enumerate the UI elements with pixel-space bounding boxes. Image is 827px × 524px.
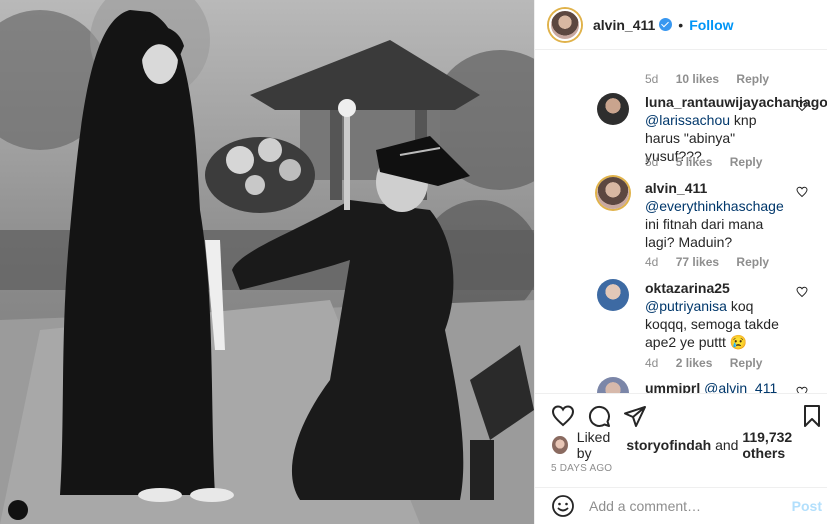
commenter-avatar[interactable] <box>597 177 629 209</box>
comment-text: ini fitnah dari mana lagi? Maduin? <box>645 216 764 250</box>
comment-likes[interactable]: 2 likes <box>676 356 713 370</box>
reply-button[interactable]: Reply <box>736 255 769 269</box>
comment-time: 4d <box>645 255 659 269</box>
heart-icon[interactable] <box>796 100 808 112</box>
comment-time: 5d <box>645 155 659 169</box>
likes-prefix: Liked by <box>576 429 611 461</box>
add-comment-bar: Post <box>535 487 827 524</box>
reply-button[interactable]: Reply <box>730 356 763 370</box>
reply-button[interactable]: Reply <box>736 72 769 86</box>
header-separator: • <box>678 16 684 33</box>
commenter-avatar[interactable] <box>597 93 629 125</box>
likes-conj: and <box>715 437 739 453</box>
author-avatar[interactable] <box>549 8 581 41</box>
heart-icon[interactable] <box>551 404 575 428</box>
comment-time: 4d <box>645 356 659 370</box>
comment-likes[interactable]: 10 likes <box>676 72 719 86</box>
comment-body: oktazarina25 @putriyanisa koq koqqq, sem… <box>645 279 795 351</box>
comment-icon[interactable] <box>587 404 611 428</box>
comment-likes[interactable]: 77 likes <box>676 255 719 269</box>
comments-list[interactable]: 5d 10 likes Reply luna_rantauwijayachani… <box>535 51 827 393</box>
comment-body: ummiprl @alvin_411 <box>645 379 795 393</box>
commenter-avatar[interactable] <box>597 377 629 393</box>
heart-icon[interactable] <box>796 186 808 198</box>
commenter-username[interactable]: alvin_411 <box>645 180 707 196</box>
commenter-avatar[interactable] <box>597 279 629 311</box>
post-header: alvin_411 • Follow <box>535 0 827 50</box>
liker-avatar[interactable] <box>551 435 569 455</box>
post-actions <box>535 393 827 433</box>
comment-body: alvin_411 @everythinkhaschage ini fitnah… <box>645 179 795 251</box>
author-username[interactable]: alvin_411 <box>593 17 655 33</box>
comment-meta: 4d 77 likes Reply <box>645 255 783 269</box>
comment-mention[interactable]: @everythinkhaschage <box>645 198 784 214</box>
comment-time: 5d <box>645 72 659 86</box>
photo-corner-mark <box>8 500 28 520</box>
comment-emoji: 😢 <box>729 334 748 350</box>
likes-count[interactable]: 119,732 others <box>742 429 827 461</box>
likes-summary: Liked by storyofindah and 119,732 others <box>551 429 827 461</box>
liker-username[interactable]: storyofindah <box>626 437 711 453</box>
comment-meta: 5d 10 likes Reply <box>645 72 783 86</box>
bookmark-icon[interactable] <box>800 404 824 428</box>
comment-likes[interactable]: 5 likes <box>676 155 713 169</box>
post-photo <box>0 0 534 524</box>
follow-button[interactable]: Follow <box>689 17 733 33</box>
post-button[interactable]: Post <box>792 498 822 514</box>
emoji-icon[interactable] <box>551 494 575 518</box>
comment-meta: 5d 5 likes Reply <box>645 155 776 169</box>
photo-illustration <box>0 0 534 524</box>
post-date: 5 DAYS AGO <box>551 463 613 474</box>
verified-badge-icon <box>659 18 673 31</box>
reply-button[interactable]: Reply <box>730 155 763 169</box>
comment-mention[interactable]: @larissachou <box>645 112 730 128</box>
commenter-username[interactable]: oktazarina25 <box>645 280 730 296</box>
share-icon[interactable] <box>623 404 647 428</box>
heart-icon[interactable] <box>796 286 808 298</box>
comment-mention[interactable]: @alvin_411 <box>704 380 777 393</box>
comment-meta: 4d 2 likes Reply <box>645 356 776 370</box>
heart-icon[interactable] <box>796 386 808 393</box>
post-sidebar: alvin_411 • Follow 5d 10 likes Reply lun… <box>534 0 827 524</box>
comment-input[interactable] <box>589 498 779 514</box>
comment-mention[interactable]: @putriyanisa <box>645 298 727 314</box>
commenter-username[interactable]: ummiprl <box>645 380 700 393</box>
